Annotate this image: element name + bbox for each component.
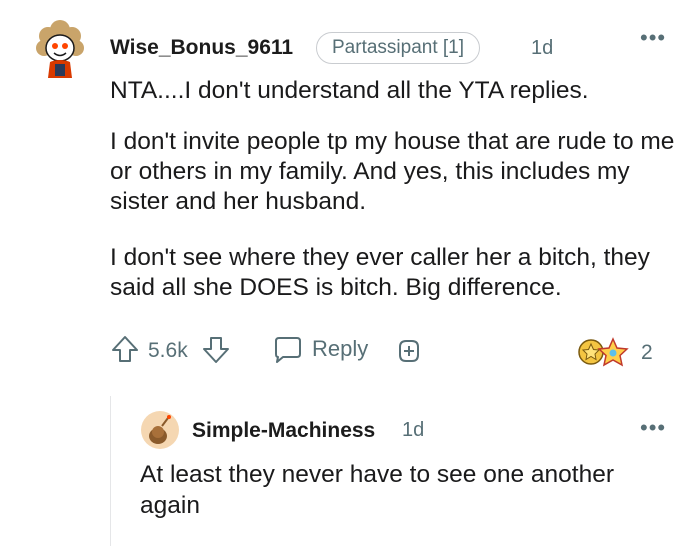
user-flair: Partassipant [1]	[316, 32, 481, 64]
more-options-icon[interactable]: •••	[640, 27, 666, 49]
upvote-arrow-icon[interactable]	[110, 334, 140, 364]
comment-paragraph: I don't invite people tp my house that a…	[110, 128, 675, 215]
award-icons[interactable]	[577, 335, 637, 367]
reply-button[interactable]	[272, 335, 304, 365]
reply-text: At least they never have to see one anot…	[140, 461, 614, 519]
reply-button-label[interactable]: Reply	[312, 336, 368, 362]
comment-paragraph: I don't see where they ever caller her a…	[110, 244, 650, 301]
more-options-icon[interactable]: •••	[640, 417, 666, 439]
award-count: 2	[641, 341, 653, 364]
reply-avatar[interactable]	[140, 410, 180, 450]
comment-author[interactable]: Wise_Bonus_9611	[110, 36, 293, 60]
vote-count: 5.6k	[148, 339, 188, 362]
reply-author[interactable]: Simple-Machiness	[192, 419, 375, 443]
add-award-icon[interactable]	[394, 335, 424, 365]
comment-timestamp[interactable]: 1d	[531, 37, 553, 60]
user-avatar[interactable]	[34, 18, 86, 78]
thread-line[interactable]	[110, 396, 111, 546]
comment-bubble-icon	[275, 337, 301, 363]
comment-paragraph: NTA....I don't understand all the YTA re…	[110, 77, 589, 104]
reply-timestamp[interactable]: 1d	[402, 419, 424, 442]
downvote-arrow-icon[interactable]	[201, 335, 231, 365]
